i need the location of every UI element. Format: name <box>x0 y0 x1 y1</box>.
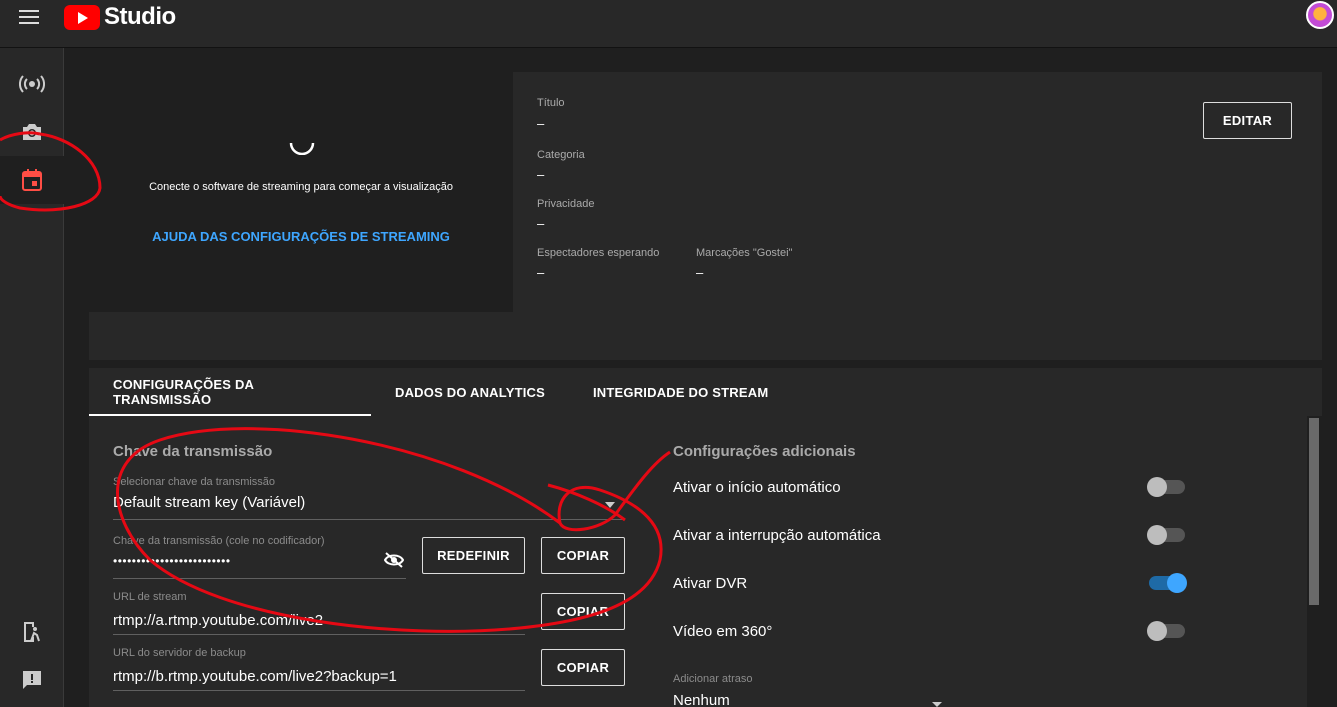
left-rail <box>0 48 64 707</box>
chevron-down-icon[interactable] <box>605 502 615 508</box>
stream-url-label: URL de stream <box>113 591 187 603</box>
delay-chevron-down-icon[interactable] <box>932 702 942 707</box>
hamburger-menu-icon[interactable] <box>19 10 39 26</box>
dvr-label: Ativar DVR <box>673 575 748 592</box>
likes-value: – <box>696 265 704 280</box>
scrollbar[interactable] <box>1307 416 1322 707</box>
rail-item-feedback[interactable] <box>0 656 64 704</box>
additional-settings-title: Configurações adicionais <box>673 443 856 460</box>
edit-button[interactable]: EDITAR <box>1203 102 1292 139</box>
feedback-icon <box>23 671 41 689</box>
select-key-dropdown[interactable]: Default stream key (Variável) <box>113 494 305 511</box>
privacy-value: – <box>537 216 545 231</box>
waiting-viewers-value: – <box>537 265 545 280</box>
copy-backup-url-button[interactable]: COPIAR <box>541 649 625 686</box>
stream-key-label: Chave da transmissão (cole no codificado… <box>113 535 325 547</box>
reset-key-button[interactable]: REDEFINIR <box>422 537 525 574</box>
privacy-label: Privacidade <box>537 198 595 210</box>
auto-stop-label: Ativar a interrupção automática <box>673 527 881 544</box>
copy-url-button[interactable]: COPIAR <box>541 593 625 630</box>
stream-key-section-title: Chave da transmissão <box>113 443 273 460</box>
delay-dropdown[interactable]: Nenhum <box>673 692 730 707</box>
top-bar: Studio <box>0 0 1337 48</box>
title-label: Título <box>537 97 565 109</box>
calendar-icon <box>22 169 42 191</box>
scrollbar-thumb[interactable] <box>1309 418 1319 605</box>
video-360-toggle[interactable] <box>1147 621 1185 641</box>
stream-url-field[interactable]: rtmp://a.rtmp.youtube.com/live2 <box>113 612 323 629</box>
waiting-viewers-label: Espectadores esperando <box>537 247 660 259</box>
copy-key-button[interactable]: COPIAR <box>541 537 625 574</box>
logo-text: Studio <box>104 3 176 30</box>
streaming-help-link[interactable]: AJUDA DAS CONFIGURAÇÕES DE STREAMING <box>89 229 513 244</box>
likes-label: Marcações "Gostei" <box>696 247 793 259</box>
auto-start-label: Ativar o início automático <box>673 479 841 496</box>
stream-url-underline <box>113 634 525 635</box>
stream-key-underline <box>113 578 406 579</box>
youtube-play-icon <box>64 4 100 30</box>
loading-spinner-icon <box>289 142 315 155</box>
backup-url-field[interactable]: rtmp://b.rtmp.youtube.com/live2?backup=1 <box>113 668 397 685</box>
exit-icon <box>24 622 40 642</box>
rail-item-exit-studio[interactable] <box>0 608 64 656</box>
broadcast-icon <box>19 75 45 93</box>
backup-url-label: URL do servidor de backup <box>113 647 246 659</box>
connect-message: Conecte o software de streaming para com… <box>149 181 453 193</box>
avatar[interactable] <box>1306 1 1334 29</box>
category-label: Categoria <box>537 149 585 161</box>
tab-analytics[interactable]: DADOS DO ANALYTICS <box>371 368 569 416</box>
video-360-label: Vídeo em 360° <box>673 623 773 640</box>
dvr-toggle[interactable] <box>1149 573 1187 593</box>
category-value: – <box>537 167 545 182</box>
delay-label: Adicionar atraso <box>673 673 753 685</box>
youtube-studio-logo[interactable]: Studio <box>64 3 176 30</box>
title-value: – <box>537 116 545 131</box>
tab-stream-settings[interactable]: CONFIGURAÇÕES DA TRANSMISSÃO <box>89 368 371 416</box>
stream-key-field[interactable]: ••••••••••••••••••••••••• <box>113 554 231 568</box>
rail-item-webcam[interactable] <box>0 108 64 156</box>
auto-stop-toggle[interactable] <box>1147 525 1185 545</box>
select-key-underline <box>113 519 625 520</box>
tab-bar: CONFIGURAÇÕES DA TRANSMISSÃO DADOS DO AN… <box>89 368 792 416</box>
visibility-off-icon[interactable] <box>384 552 404 568</box>
camera-icon <box>23 124 41 140</box>
backup-url-underline <box>113 690 525 691</box>
auto-start-toggle[interactable] <box>1147 477 1185 497</box>
rail-item-manage[interactable] <box>0 156 64 204</box>
select-key-label: Selecionar chave da transmissão <box>113 476 276 488</box>
tab-stream-health[interactable]: INTEGRIDADE DO STREAM <box>569 368 792 416</box>
rail-item-stream[interactable] <box>0 60 64 108</box>
